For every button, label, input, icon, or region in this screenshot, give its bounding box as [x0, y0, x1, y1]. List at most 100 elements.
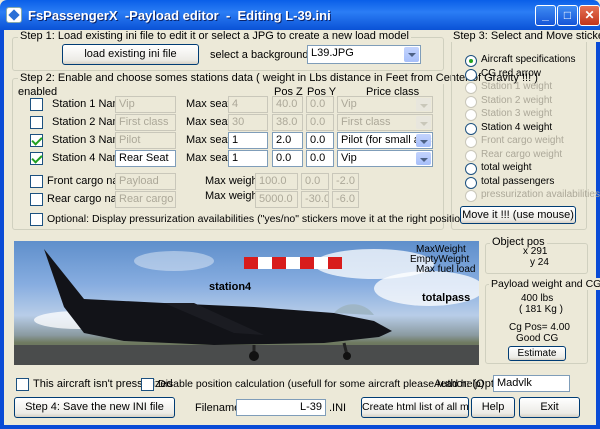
- front-cargo-posz-input[interactable]: 0.0: [301, 173, 329, 190]
- object-pos-x: x 291: [523, 246, 548, 257]
- sticker-radio-label: Station 2 weight: [481, 94, 553, 106]
- front-cargo-checkbox[interactable]: [30, 175, 43, 188]
- help-button[interactable]: Help: [471, 397, 515, 418]
- app-icon: [6, 7, 22, 23]
- not-pressurized-checkbox[interactable]: [16, 378, 29, 391]
- chevron-down-icon[interactable]: [404, 47, 419, 62]
- chevron-down-icon[interactable]: [416, 116, 431, 129]
- rear-cargo-name-input[interactable]: Rear cargo: [115, 191, 176, 208]
- station-1-posz-input[interactable]: 40.0: [272, 96, 303, 113]
- cg-status: Good CG: [516, 333, 559, 344]
- author-label: Author: (Opt.): [434, 378, 501, 390]
- station-3-checkbox[interactable]: [30, 134, 43, 147]
- sticker-radio-10[interactable]: [465, 176, 477, 189]
- station-3-price-select[interactable]: Pilot (for small aircraft: [337, 132, 433, 149]
- station-3-name-input[interactable]: Pilot: [115, 132, 176, 149]
- front-cargo-posy-input[interactable]: -2.0: [332, 173, 359, 190]
- station-4-price-select[interactable]: Vip: [337, 150, 433, 167]
- sticker-radio-label: CG red arrow: [481, 67, 542, 79]
- cg-marker: [300, 257, 314, 269]
- sticker-radio-3[interactable]: [465, 82, 477, 94]
- maxfuel-sticker[interactable]: Max fuel load: [416, 264, 475, 275]
- station-3-seat-input[interactable]: 1: [228, 132, 268, 149]
- cg-marker: [244, 257, 258, 269]
- sticker-radio-6[interactable]: [465, 122, 477, 135]
- rear-cargo-posz-input[interactable]: -30.0: [301, 191, 329, 208]
- step3-legend: Step 3: Select and Move stickers: [451, 30, 600, 42]
- maximize-button[interactable]: □: [557, 5, 578, 26]
- object-pos-y: y 24: [530, 257, 549, 268]
- cg-position: Cg Pos= 4.00: [509, 322, 570, 333]
- station-1-seat-label: Max seat: [186, 98, 231, 110]
- disable-calc-checkbox[interactable]: [141, 378, 154, 391]
- rear-cargo-weight-input[interactable]: 5000.0: [255, 191, 298, 208]
- sticker-radio-5[interactable]: [465, 109, 477, 121]
- sticker-radio-label: Front cargo weight: [481, 135, 564, 146]
- sticker-radio-1[interactable]: [465, 55, 477, 67]
- station-2-price-select[interactable]: First class: [337, 114, 433, 131]
- move-sticker-button[interactable]: Move it !!! (use mouse): [460, 206, 576, 224]
- station-1-checkbox[interactable]: [30, 98, 43, 111]
- sticker-radio-9[interactable]: [465, 163, 477, 175]
- station-2-posz-input[interactable]: 38.0: [272, 114, 303, 131]
- sticker-radio-label: total weight: [481, 162, 532, 173]
- front-cargo-weight-input[interactable]: 100.0: [255, 173, 298, 190]
- chevron-down-icon[interactable]: [416, 134, 431, 147]
- aircraft-preview[interactable]: station4 totalpass MaxWeight EmptyWeight…: [14, 241, 479, 365]
- station-4-name-input[interactable]: Rear Seat: [115, 150, 176, 167]
- chevron-down-icon[interactable]: [416, 152, 431, 165]
- sticker-radio-11[interactable]: [465, 190, 477, 202]
- pressurization-checkbox[interactable]: [30, 213, 43, 226]
- station-4-posz-input[interactable]: 0.0: [272, 150, 303, 167]
- station-3-posz-input[interactable]: 2.0: [272, 132, 303, 149]
- station-1-seat-input[interactable]: 4: [228, 96, 268, 113]
- rear-cargo-checkbox[interactable]: [30, 193, 43, 206]
- sticker-radio-8[interactable]: [465, 149, 477, 162]
- rear-cargo-weight-label: Max weight: [205, 190, 261, 202]
- sticker-radio-label: total passengers: [481, 175, 555, 187]
- minimize-button[interactable]: _: [535, 5, 556, 26]
- station-2-name-input[interactable]: First class: [115, 114, 176, 131]
- ini-extension-label: .INI: [329, 402, 347, 414]
- window-frame-bottom: [0, 425, 600, 429]
- create-html-list-button[interactable]: Create html list of all models: [361, 397, 469, 418]
- sticker-radio-2[interactable]: [465, 68, 477, 81]
- payload-legend: Payload weight and CG: [489, 278, 600, 290]
- station-2-posy-input[interactable]: 0.0: [306, 114, 334, 131]
- exit-button[interactable]: Exit: [519, 397, 580, 418]
- sticker-radio-label: pressurization availabilities: [481, 189, 600, 200]
- background-select[interactable]: L39.JPG: [307, 45, 421, 64]
- close-button[interactable]: ✕: [579, 5, 600, 26]
- sticker-radio-label: Station 1 weight: [481, 81, 553, 92]
- cg-marker: [314, 257, 328, 269]
- step1-legend: Step 1: Load existing ini file to edit i…: [18, 30, 411, 42]
- station-1-posy-input[interactable]: 0.0: [306, 96, 334, 113]
- cg-marker: [286, 257, 300, 269]
- enabled-header: enabled: [18, 86, 58, 98]
- sticker-radio-7[interactable]: [465, 136, 477, 148]
- station-4-posy-input[interactable]: 0.0: [306, 150, 334, 167]
- front-cargo-name-input[interactable]: Payload: [115, 173, 176, 190]
- station-4-checkbox[interactable]: [30, 152, 43, 165]
- load-ini-button[interactable]: load existing ini file: [62, 44, 199, 65]
- payload-kg: ( 181 Kg ): [519, 304, 563, 315]
- station-2-seat-input[interactable]: 30: [228, 114, 268, 131]
- save-ini-button[interactable]: Step 4: Save the new INI file: [14, 397, 175, 418]
- station-1-price-select[interactable]: Vip: [337, 96, 433, 113]
- station4-sticker[interactable]: station4: [209, 281, 251, 293]
- station-4-seat-label: Max seat: [186, 152, 231, 164]
- station-4-seat-input[interactable]: 1: [228, 150, 268, 167]
- filename-input[interactable]: L-39: [236, 399, 326, 416]
- pressurization-label: Optional: Display pressurization availab…: [47, 213, 470, 225]
- chevron-down-icon[interactable]: [416, 98, 431, 111]
- station-2-checkbox[interactable]: [30, 116, 43, 129]
- author-input[interactable]: Madvlk: [493, 375, 570, 392]
- estimate-button[interactable]: Estimate: [508, 346, 566, 361]
- window-frame-left: [0, 30, 4, 429]
- sticker-radio-4[interactable]: [465, 95, 477, 108]
- totalpass-sticker[interactable]: totalpass: [422, 292, 470, 304]
- sticker-radio-label: Aircraft specifications: [481, 54, 576, 65]
- rear-cargo-posy-input[interactable]: -6.0: [332, 191, 359, 208]
- station-3-posy-input[interactable]: 0.0: [306, 132, 334, 149]
- station-1-name-input[interactable]: Vip: [115, 96, 176, 113]
